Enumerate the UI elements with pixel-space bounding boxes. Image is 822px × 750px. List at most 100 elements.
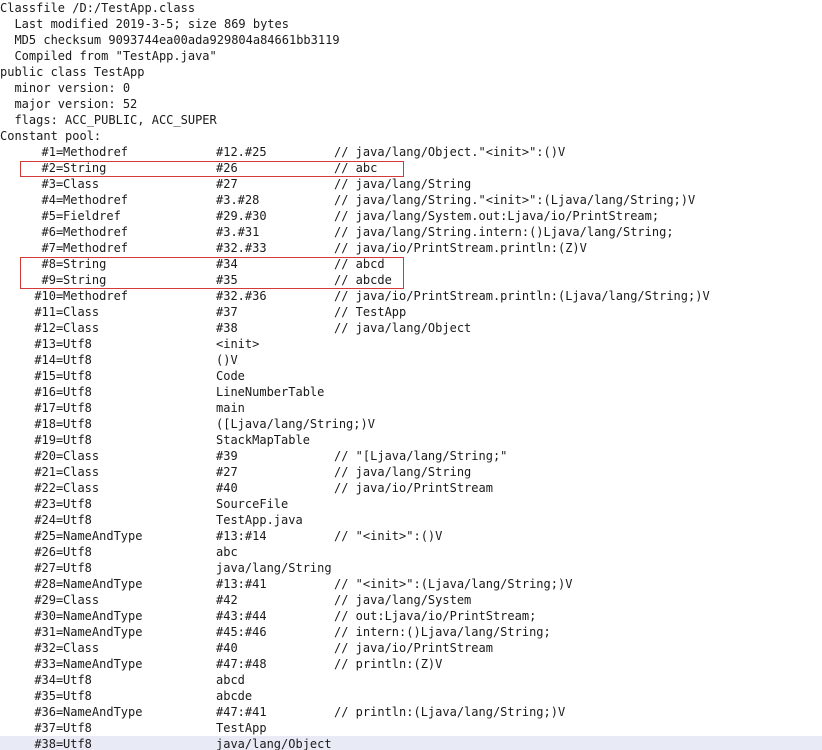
- constant-pool-entry[interactable]: #38 = Utf8 java/lang/Object: [0, 736, 822, 750]
- entry-comment: // java/lang/String.intern:()Ljava/lang/…: [334, 225, 674, 239]
- constant-pool-entry[interactable]: #30 = NameAndType #43:#44// out:Ljava/io/Pr…: [0, 608, 822, 624]
- entry-type: Utf8: [63, 721, 92, 735]
- entry-type: NameAndType: [63, 705, 143, 719]
- constant-pool-entry[interactable]: #11 = Class #37// TestApp: [0, 304, 822, 320]
- entry-reference: #35: [216, 273, 238, 287]
- class-declaration: public class TestApp: [0, 65, 145, 79]
- entry-reference: abc: [216, 545, 238, 559]
- constant-pool-entry[interactable]: #16 = Utf8 LineNumberTable: [0, 384, 822, 400]
- constant-pool-entry[interactable]: #24 = Utf8 TestApp.java: [0, 512, 822, 528]
- constant-pool-entry[interactable]: #27 = Utf8 java/lang/String: [0, 560, 822, 576]
- entry-comment: // println:(Z)V: [334, 657, 443, 671]
- constant-pool-entry[interactable]: #8 = String #34// abcd: [0, 256, 822, 272]
- entry-type: Fieldref: [63, 209, 121, 223]
- entry-comment: // abcd: [334, 257, 385, 271]
- constant-pool-entry[interactable]: #1 = Methodref #12.#25// java/lang/Object."…: [0, 144, 822, 160]
- entry-reference: #43:#44: [216, 609, 267, 623]
- constant-pool-entry[interactable]: #25 = NameAndType #13:#14// "<init>":()V: [0, 528, 822, 544]
- constant-pool-entry[interactable]: #32 = Class #40// java/io/PrintStream: [0, 640, 822, 656]
- constant-pool-entry[interactable]: #15 = Utf8 Code: [0, 368, 822, 384]
- entry-reference: ()V: [216, 353, 238, 367]
- entry-reference: #13:#41: [216, 577, 267, 591]
- entry-reference: SourceFile: [216, 497, 289, 511]
- entry-index: #25: [34, 529, 56, 543]
- entry-type: NameAndType: [63, 529, 143, 543]
- entry-comment: // java/lang/System: [334, 593, 472, 607]
- entry-type: Class: [63, 177, 100, 191]
- constant-pool-entry[interactable]: #20 = Class #39// "[Ljava/lang/String;": [0, 448, 822, 464]
- entry-type: Utf8: [63, 673, 92, 687]
- entry-index: #29: [34, 593, 56, 607]
- entry-index: #3: [41, 177, 56, 191]
- constant-pool-entry[interactable]: #29 = Class #42// java/lang/System: [0, 592, 822, 608]
- entry-type: String: [63, 257, 107, 271]
- entry-index: #13: [34, 337, 56, 351]
- entry-type: Utf8: [63, 561, 92, 575]
- entry-type: Methodref: [63, 241, 129, 255]
- entry-reference: #3.#28: [216, 193, 260, 207]
- entry-reference: #37: [216, 305, 238, 319]
- entry-reference: #29.#30: [216, 209, 267, 223]
- constant-pool-entry[interactable]: #14 = Utf8 ()V: [0, 352, 822, 368]
- entry-type: String: [63, 273, 107, 287]
- constant-pool-entry[interactable]: #12 = Class #38// java/lang/Object: [0, 320, 822, 336]
- entry-reference: Code: [216, 369, 245, 383]
- constant-pool-entry[interactable]: #33 = NameAndType #47:#48// println:(Z)V: [0, 656, 822, 672]
- constant-pool-entry[interactable]: #9 = String #35// abcde: [0, 272, 822, 288]
- entry-type: NameAndType: [63, 577, 143, 591]
- constant-pool-entry[interactable]: #13 = Utf8 <init>: [0, 336, 822, 352]
- entry-reference: #13:#14: [216, 529, 267, 543]
- entry-reference: #39: [216, 449, 238, 463]
- entry-comment: // println:(Ljava/lang/String;)V: [334, 705, 566, 719]
- entry-type: Utf8: [63, 689, 92, 703]
- constant-pool-entry[interactable]: #31 = NameAndType #45:#46// intern:()Ljava/…: [0, 624, 822, 640]
- constant-pool-entry[interactable]: #37 = Utf8 TestApp: [0, 720, 822, 736]
- constant-pool-entry[interactable]: #2 = String #26// abc: [0, 160, 822, 176]
- entry-index: #30: [34, 609, 56, 623]
- entry-index: #21: [34, 465, 56, 479]
- entry-type: Methodref: [63, 225, 129, 239]
- entry-type: Utf8: [63, 385, 92, 399]
- entry-reference: TestApp.java: [216, 513, 303, 527]
- constant-pool-entry[interactable]: #4 = Methodref #3.#28// java/lang/String."<…: [0, 192, 822, 208]
- entry-index: #18: [34, 417, 56, 431]
- entry-comment: // java/io/PrintStream: [334, 481, 493, 495]
- constant-pool-entry[interactable]: #35 = Utf8 abcde: [0, 688, 822, 704]
- constant-pool-entry[interactable]: #28 = NameAndType #13:#41// "<init>":(Ljava…: [0, 576, 822, 592]
- entry-comment: // java/lang/String: [334, 177, 472, 191]
- entry-reference: #42: [216, 593, 238, 607]
- entry-index: #31: [34, 625, 56, 639]
- constant-pool-entry[interactable]: #18 = Utf8 ([Ljava/lang/String;)V: [0, 416, 822, 432]
- constant-pool-entry[interactable]: #34 = Utf8 abcd: [0, 672, 822, 688]
- constant-pool-entry[interactable]: #10 = Methodref #32.#36// java/io/PrintStre…: [0, 288, 822, 304]
- entry-reference: #40: [216, 481, 238, 495]
- constant-pool-entry[interactable]: #3 = Class #27// java/lang/String: [0, 176, 822, 192]
- constant-pool-entry[interactable]: #19 = Utf8 StackMapTable: [0, 432, 822, 448]
- entry-index: #33: [34, 657, 56, 671]
- entry-type: Class: [63, 465, 100, 479]
- entry-type: Utf8: [63, 353, 92, 367]
- entry-reference: LineNumberTable: [216, 385, 325, 399]
- entry-reference: #34: [216, 257, 238, 271]
- entry-index: #11: [34, 305, 56, 319]
- constant-pool-entry[interactable]: #7 = Methodref #32.#33// java/io/PrintStrea…: [0, 240, 822, 256]
- entry-comment: // java/lang/Object."<init>":()V: [334, 145, 566, 159]
- constant-pool-entry[interactable]: #36 = NameAndType #47:#41// println:(Ljava/…: [0, 704, 822, 720]
- entry-reference: #47:#41: [216, 705, 267, 719]
- constant-pool-entry[interactable]: #6 = Methodref #3.#31// java/lang/String.in…: [0, 224, 822, 240]
- entry-reference: ([Ljava/lang/String;)V: [216, 417, 375, 431]
- entry-reference: StackMapTable: [216, 433, 310, 447]
- entry-reference: #45:#46: [216, 625, 267, 639]
- entry-type: NameAndType: [63, 625, 143, 639]
- last-modified: Last modified 2019-3-5; size 869 bytes: [0, 17, 289, 31]
- constant-pool-entry[interactable]: #23 = Utf8 SourceFile: [0, 496, 822, 512]
- entry-type: Utf8: [63, 337, 92, 351]
- constant-pool-entry[interactable]: #21 = Class #27// java/lang/String: [0, 464, 822, 480]
- entry-reference: java/lang/String: [216, 561, 332, 575]
- constant-pool-entry[interactable]: #5 = Fieldref #29.#30// java/lang/System.ou…: [0, 208, 822, 224]
- constant-pool-entry[interactable]: #22 = Class #40// java/io/PrintStream: [0, 480, 822, 496]
- constant-pool-entry[interactable]: #17 = Utf8 main: [0, 400, 822, 416]
- entry-type: Class: [63, 593, 100, 607]
- entry-type: Methodref: [63, 289, 129, 303]
- constant-pool-entry[interactable]: #26 = Utf8 abc: [0, 544, 822, 560]
